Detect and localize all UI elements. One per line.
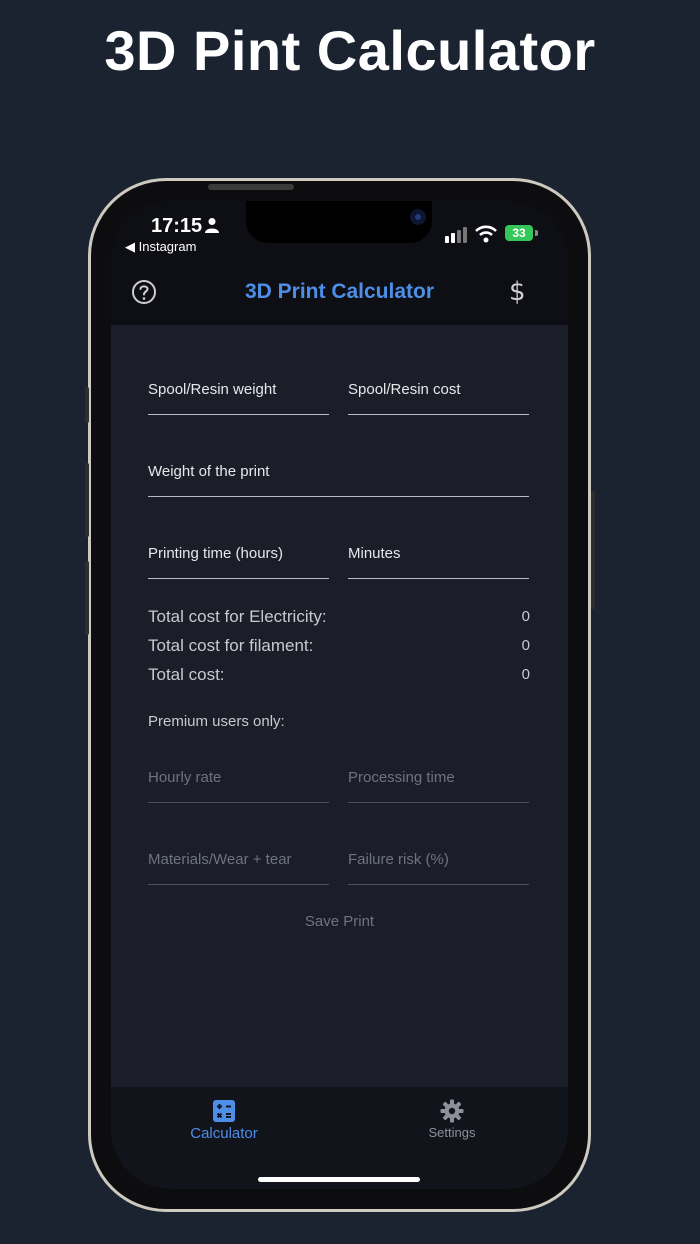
volume-down-button — [85, 561, 89, 635]
spool-cost-field[interactable]: Spool/Resin cost — [348, 371, 529, 415]
screen: 17:15 ◀ Instagram 33 3D Print Calculator… — [111, 201, 568, 1189]
camera-icon — [410, 209, 426, 225]
calculator-form: Spool/Resin weight Spool/Resin cost Weig… — [111, 325, 568, 1087]
processing-time-label: Processing time — [348, 769, 455, 786]
home-indicator[interactable] — [258, 1177, 420, 1182]
total-cost-label: Total cost: — [148, 665, 225, 684]
total-cost-value: 0 — [521, 666, 530, 683]
gear-icon — [440, 1099, 464, 1123]
electricity-cost-value: 0 — [521, 608, 530, 625]
hourly-rate-field[interactable]: Hourly rate — [148, 759, 329, 803]
print-hours-field[interactable]: Printing time (hours) — [148, 535, 329, 579]
currency-dollar-icon[interactable]: $ — [509, 277, 526, 307]
tab-calculator[interactable]: Calculator — [164, 1099, 284, 1142]
person-icon — [205, 218, 219, 233]
spool-weight-label: Spool/Resin weight — [148, 381, 277, 398]
phone-frame: 17:15 ◀ Instagram 33 3D Print Calculator… — [85, 178, 595, 1212]
premium-heading: Premium users only: — [148, 713, 285, 730]
hourly-rate-label: Hourly rate — [148, 769, 222, 786]
promo-title: 3D Pint Calculator — [104, 19, 596, 82]
tab-settings-label: Settings — [428, 1125, 476, 1140]
mute-switch — [85, 387, 89, 423]
power-button — [591, 491, 595, 609]
print-weight-label: Weight of the print — [148, 463, 270, 480]
failure-risk-field[interactable]: Failure risk (%) — [348, 841, 529, 885]
tab-calculator-label: Calculator — [190, 1125, 258, 1142]
back-to-app-link[interactable]: ◀ Instagram — [125, 239, 196, 255]
tab-settings[interactable]: Settings — [392, 1099, 512, 1140]
speaker-grille — [208, 184, 294, 190]
calculator-icon — [213, 1100, 235, 1122]
battery-indicator: 33 — [505, 225, 533, 241]
electricity-cost-label: Total cost for Electricity: — [148, 607, 327, 626]
spool-weight-field[interactable]: Spool/Resin weight — [148, 371, 329, 415]
failure-risk-label: Failure risk (%) — [348, 851, 449, 868]
processing-time-field[interactable]: Processing time — [348, 759, 529, 803]
filament-cost-value: 0 — [521, 637, 530, 654]
filament-cost-label: Total cost for filament: — [148, 636, 314, 655]
print-weight-field[interactable]: Weight of the print — [148, 453, 529, 497]
minutes-field[interactable]: Minutes — [348, 535, 529, 579]
tab-bar: Calculator Settings — [111, 1087, 568, 1189]
page-title: 3D Print Calculator — [244, 280, 435, 303]
status-time: 17:15 — [151, 215, 203, 237]
save-print-button[interactable]: Save Print — [111, 913, 568, 930]
minutes-label: Minutes — [348, 545, 401, 562]
battery-tip — [535, 230, 538, 236]
spool-cost-label: Spool/Resin cost — [348, 381, 461, 398]
notch — [246, 201, 432, 243]
signal-icon — [445, 227, 467, 243]
wifi-icon — [475, 225, 497, 243]
materials-field[interactable]: Materials/Wear + tear — [148, 841, 329, 885]
print-hours-label: Printing time (hours) — [148, 545, 284, 562]
volume-up-button — [85, 463, 89, 537]
materials-label: Materials/Wear + tear — [148, 851, 292, 868]
